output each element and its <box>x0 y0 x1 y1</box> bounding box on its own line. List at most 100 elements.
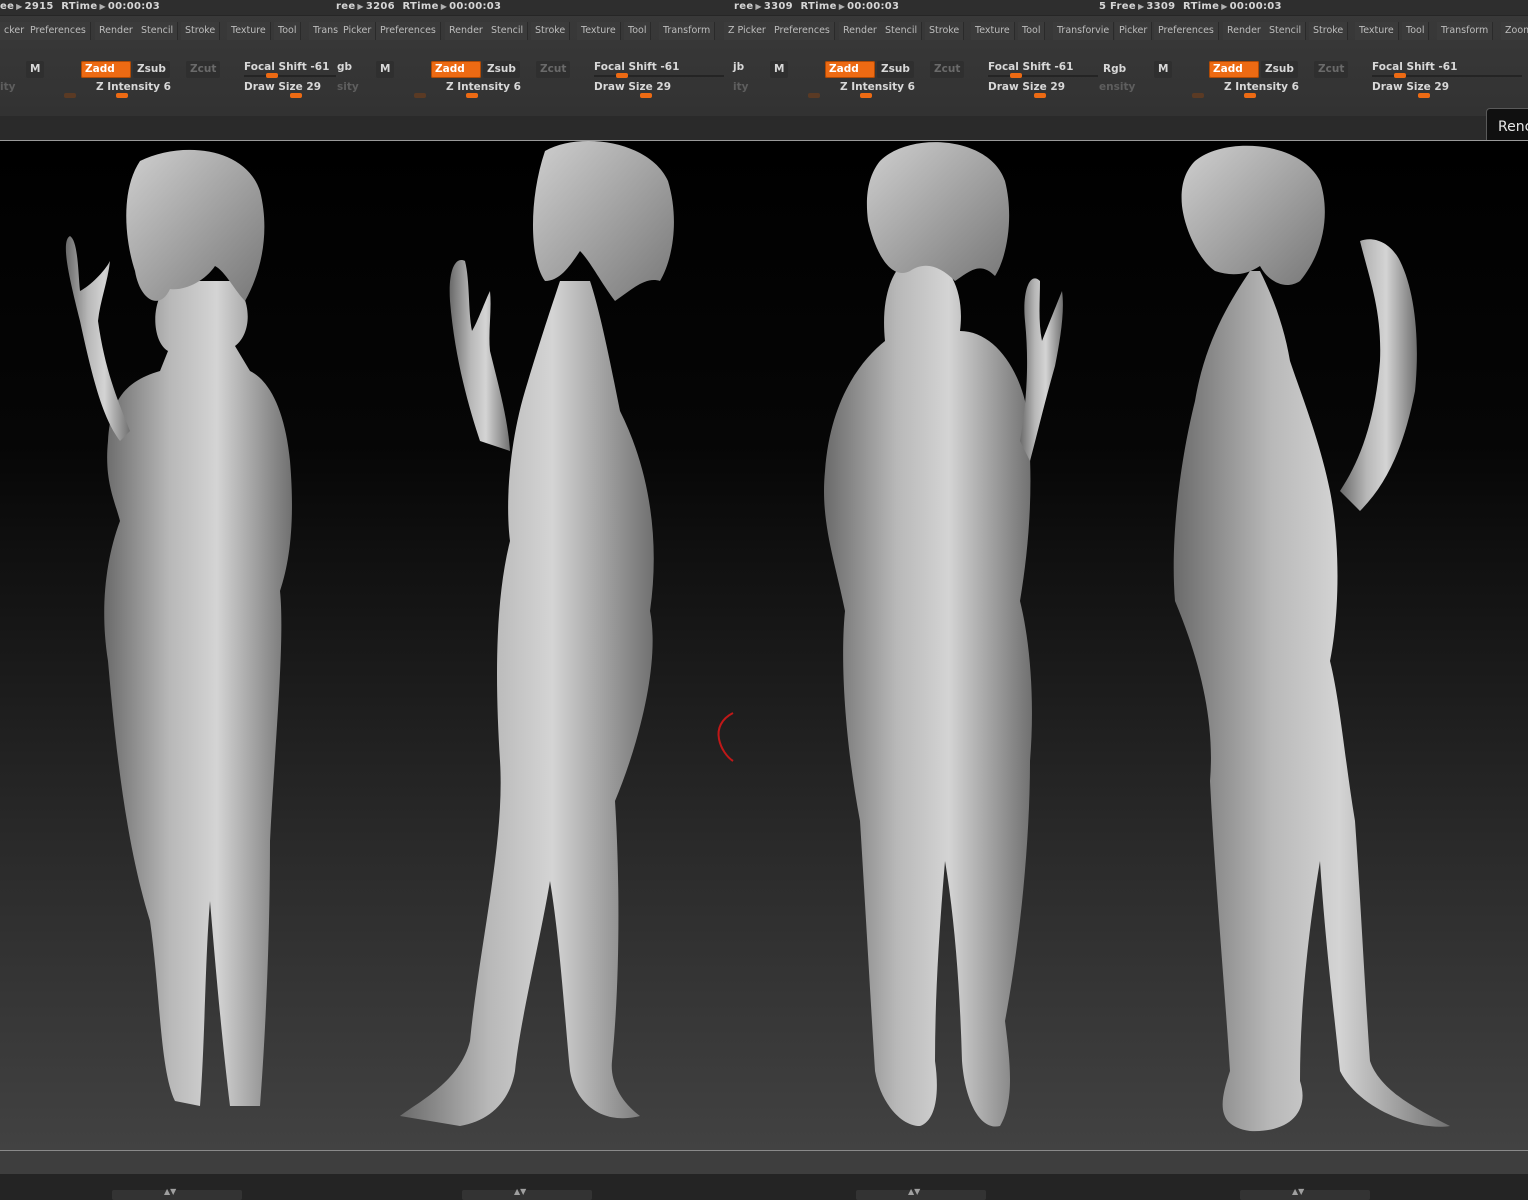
zsub-button[interactable]: Zsub <box>1261 61 1298 78</box>
menu-picker[interactable]: Picker <box>339 22 377 40</box>
sculpt-viewport[interactable] <box>0 140 1528 1151</box>
focal-shift-track[interactable] <box>988 75 1098 77</box>
m-button[interactable]: M <box>26 61 45 78</box>
zadd-button[interactable]: Zadd <box>825 61 875 78</box>
menu-picker[interactable]: Picker <box>1115 22 1153 40</box>
menu-stroke[interactable]: Stroke <box>181 22 221 40</box>
menu-transform[interactable]: Trans <box>309 22 344 40</box>
zcut-button[interactable]: Zcut <box>536 61 571 78</box>
menu-transform[interactable]: Transform <box>1437 22 1494 40</box>
menu-stencil[interactable]: Stencil <box>137 22 179 40</box>
menu-transform[interactable]: Transform <box>659 22 716 40</box>
focal-shift-slider[interactable]: Focal Shift -61 <box>988 61 1073 73</box>
side-view-figure-right <box>1173 145 1450 1132</box>
draw-size-knob[interactable] <box>640 93 652 98</box>
z-intensity-slider[interactable]: Z Intensity 6 <box>840 81 915 93</box>
focal-shift-track[interactable] <box>244 75 336 77</box>
focal-shift-knob[interactable] <box>616 73 628 78</box>
menu-stroke[interactable]: Stroke <box>531 22 571 40</box>
draw-size-slider[interactable]: Draw Size 29 <box>988 81 1065 93</box>
focal-shift-knob[interactable] <box>266 73 278 78</box>
menu-stencil[interactable]: Stencil <box>881 22 923 40</box>
menu-tool[interactable]: Tool <box>624 22 652 40</box>
zadd-button[interactable]: Zadd <box>431 61 481 78</box>
status-segment-3: ree ▶ 3309 RTime ▶ 00:00:03 <box>734 1 900 12</box>
zsub-button[interactable]: Zsub <box>483 61 520 78</box>
menu-tool[interactable]: Tool <box>274 22 302 40</box>
rgb-intensity-knob[interactable] <box>808 93 820 98</box>
z-intensity-slider[interactable]: Z Intensity 6 <box>446 81 521 93</box>
status-row: ee ▶ 2915 RTime ▶ 00:00:03 ree ▶ 3206 RTime ▶ 00… <box>0 0 1528 16</box>
menu-texture[interactable]: Texture <box>227 22 271 40</box>
zsub-button[interactable]: Zsub <box>877 61 914 78</box>
focal-shift-track[interactable] <box>594 75 724 77</box>
back-view-figure <box>824 142 1063 1127</box>
menu-tool[interactable]: Tool <box>1018 22 1046 40</box>
menu-texture[interactable]: Texture <box>1355 22 1399 40</box>
zcut-button[interactable]: Zcut <box>1314 61 1349 78</box>
z-intensity-knob[interactable] <box>1244 93 1256 98</box>
menu-transform[interactable]: Transforvie <box>1053 22 1115 40</box>
zcut-button[interactable]: Zcut <box>930 61 965 78</box>
zadd-button[interactable]: Zadd <box>81 61 131 78</box>
shelf-toggle-icon[interactable]: ▲▼ <box>856 1187 986 1200</box>
shelf-toggle-icon[interactable]: ▲▼ <box>462 1187 592 1200</box>
focal-shift-slider[interactable]: Focal Shift -61 <box>594 61 679 73</box>
draw-size-knob[interactable] <box>290 93 302 98</box>
focal-shift-slider[interactable]: Focal Shift -61 <box>244 61 329 73</box>
shelf-toggle-icon[interactable]: ▲▼ <box>112 1187 242 1200</box>
menu-texture[interactable]: Texture <box>577 22 621 40</box>
menu-texture[interactable]: Texture <box>971 22 1015 40</box>
menu-zpicker[interactable]: Z Picker <box>724 22 771 40</box>
menu-render[interactable]: Render <box>1223 22 1266 40</box>
rgb-intensity-knob[interactable] <box>414 93 426 98</box>
zcut-button[interactable]: Zcut <box>186 61 221 78</box>
menu-zoom[interactable]: Zoom <box>1501 22 1528 40</box>
menu-render[interactable]: Render <box>839 22 882 40</box>
rgb-button[interactable]: jb <box>733 61 744 73</box>
draw-size-knob[interactable] <box>1034 93 1046 98</box>
figure-renders <box>65 141 1450 1132</box>
menu-picker[interactable]: cker <box>0 22 30 40</box>
focal-shift-knob[interactable] <box>1394 73 1406 78</box>
status-segment-4: 5 Free ▶ 3309 RTime ▶ 00:00:03 <box>1099 1 1282 12</box>
menu-stroke[interactable]: Stroke <box>925 22 965 40</box>
menu-preferences[interactable]: Preferences <box>770 22 835 40</box>
top-toolbar: ee ▶ 2915 RTime ▶ 00:00:03 ree ▶ 3206 RTime ▶ 00… <box>0 0 1528 116</box>
menu-preferences[interactable]: Preferences <box>26 22 91 40</box>
menu-preferences[interactable]: Preferences <box>376 22 441 40</box>
zadd-button[interactable]: Zadd <box>1209 61 1259 78</box>
menu-render[interactable]: Render <box>95 22 138 40</box>
menu-preferences[interactable]: Preferences <box>1154 22 1219 40</box>
z-intensity-knob[interactable] <box>860 93 872 98</box>
m-button[interactable]: M <box>1154 61 1173 78</box>
m-button[interactable]: M <box>376 61 395 78</box>
draw-size-slider[interactable]: Draw Size 29 <box>1372 81 1449 93</box>
menu-stencil[interactable]: Stencil <box>487 22 529 40</box>
front-view-figure <box>65 149 292 1106</box>
rgb-intensity-label: ity <box>0 81 16 93</box>
zsub-button[interactable]: Zsub <box>133 61 170 78</box>
rgb-intensity-knob[interactable] <box>64 93 76 98</box>
draw-size-slider[interactable]: Draw Size 29 <box>244 81 321 93</box>
floor-strip <box>0 1150 1528 1175</box>
rgb-button[interactable]: gb <box>337 61 352 73</box>
menu-stencil[interactable]: Stencil <box>1265 22 1307 40</box>
z-intensity-knob[interactable] <box>466 93 478 98</box>
shelf-toggle-icon[interactable]: ▲▼ <box>1240 1187 1370 1200</box>
z-intensity-slider[interactable]: Z Intensity 6 <box>1224 81 1299 93</box>
menu-render[interactable]: Render <box>445 22 488 40</box>
focal-shift-slider[interactable]: Focal Shift -61 <box>1372 61 1457 73</box>
z-intensity-knob[interactable] <box>116 93 128 98</box>
rgb-intensity-knob[interactable] <box>1192 93 1204 98</box>
draw-size-slider[interactable]: Draw Size 29 <box>594 81 671 93</box>
rgb-button[interactable]: Rgb <box>1103 63 1126 75</box>
menu-stroke[interactable]: Stroke <box>1309 22 1349 40</box>
brush-cursor-icon <box>717 712 734 762</box>
draw-size-knob[interactable] <box>1418 93 1430 98</box>
m-button[interactable]: M <box>770 61 789 78</box>
menu-tool[interactable]: Tool <box>1402 22 1430 40</box>
brush-controls: M Zadd Zsub Zcut Focal Shift -61 ity Z I… <box>0 58 1528 102</box>
z-intensity-slider[interactable]: Z Intensity 6 <box>96 81 171 93</box>
focal-shift-knob[interactable] <box>1010 73 1022 78</box>
